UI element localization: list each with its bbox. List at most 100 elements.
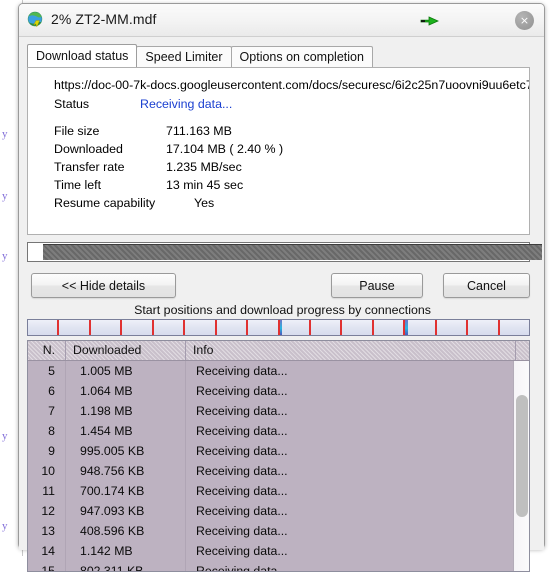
- overall-progress-fill: [43, 244, 542, 260]
- stat-label: Transfer rate: [54, 160, 166, 174]
- stat-value: 711.163 MB: [166, 124, 232, 138]
- connection-segment: [372, 320, 403, 335]
- cell-downloaded: 408.596 KB: [66, 521, 186, 541]
- cancel-button[interactable]: Cancel: [443, 273, 530, 298]
- cell-info: Receiving data...: [186, 521, 516, 541]
- stat-label: Time left: [54, 178, 166, 192]
- background-glyph: y: [2, 520, 8, 532]
- stat-time-left: Time left13 min 45 sec: [54, 178, 243, 192]
- stat-label: Downloaded: [54, 142, 166, 156]
- cell-info: Receiving data...: [186, 561, 516, 572]
- connection-segment: [120, 320, 151, 335]
- download-progress-dialog: 2% ZT2-MM.mdf × Download status Speed Li…: [18, 3, 545, 549]
- cell-info: Receiving data...: [186, 441, 516, 461]
- table-row[interactable]: 11700.174 KBReceiving data...: [28, 481, 529, 501]
- table-row[interactable]: 12947.093 KBReceiving data...: [28, 501, 529, 521]
- status-row: StatusReceiving data...: [54, 97, 232, 111]
- idm-globe-icon: [27, 11, 45, 29]
- connection-segment: [403, 320, 434, 335]
- stat-value: Yes: [166, 196, 214, 210]
- table-row[interactable]: 141.142 MBReceiving data...: [28, 541, 529, 561]
- connection-segment: [89, 320, 120, 335]
- table-row[interactable]: 61.064 MBReceiving data...: [28, 381, 529, 401]
- cell-connection-number: 7: [28, 401, 66, 421]
- stat-file-size: File size711.163 MB: [54, 124, 232, 138]
- connection-segment: [309, 320, 340, 335]
- connections-table: N. Downloaded Info 51.005 MBReceiving da…: [27, 340, 530, 572]
- tab-speed-limiter[interactable]: Speed Limiter: [136, 46, 231, 67]
- table-row[interactable]: 51.005 MBReceiving data...: [28, 361, 529, 381]
- table-scrollbar-thumb[interactable]: [516, 395, 528, 517]
- column-header-info[interactable]: Info: [186, 341, 516, 360]
- tab-download-status[interactable]: Download status: [27, 44, 137, 67]
- cell-info: Receiving data...: [186, 461, 516, 481]
- cell-downloaded: 947.093 KB: [66, 501, 186, 521]
- stat-downloaded: Downloaded17.104 MB ( 2.40 % ): [54, 142, 283, 156]
- cell-connection-number: 15: [28, 561, 66, 572]
- background-glyph: y: [2, 128, 8, 140]
- cell-downloaded: 700.174 KB: [66, 481, 186, 501]
- download-url: https://doc-00-7k-docs.googleusercontent…: [54, 78, 530, 92]
- table-row[interactable]: 9995.005 KBReceiving data...: [28, 441, 529, 461]
- connection-segment-progress: [405, 320, 407, 335]
- connection-segment: [278, 320, 309, 335]
- close-icon[interactable]: ×: [515, 11, 534, 30]
- connection-segment: [183, 320, 214, 335]
- status-value: Receiving data...: [140, 97, 232, 111]
- cell-info: Receiving data...: [186, 421, 516, 441]
- cell-connection-number: 6: [28, 381, 66, 401]
- stat-value: 17.104 MB ( 2.40 % ): [166, 142, 283, 156]
- cell-info: Receiving data...: [186, 541, 516, 561]
- connection-segment: [340, 320, 371, 335]
- cell-downloaded: 948.756 KB: [66, 461, 186, 481]
- connections-progress-bar[interactable]: [27, 319, 530, 336]
- table-row[interactable]: 81.454 MBReceiving data...: [28, 421, 529, 441]
- dialog-body: Download status Speed Limiter Options on…: [19, 37, 544, 550]
- tab-strip: Download status Speed Limiter Options on…: [27, 45, 372, 67]
- stat-value: 13 min 45 sec: [166, 178, 243, 192]
- cell-connection-number: 12: [28, 501, 66, 521]
- column-header-downloaded[interactable]: Downloaded: [66, 341, 186, 360]
- stat-value: 1.235 MB/sec: [166, 160, 242, 174]
- table-row[interactable]: 15802.311 KBReceiving data...: [28, 561, 529, 572]
- column-header-n[interactable]: N.: [28, 341, 66, 360]
- background-glyph: y: [2, 190, 8, 202]
- pause-button[interactable]: Pause: [331, 273, 423, 298]
- table-row[interactable]: 10948.756 KBReceiving data...: [28, 461, 529, 481]
- status-label: Status: [54, 97, 140, 111]
- connection-segment: [466, 320, 497, 335]
- cell-connection-number: 11: [28, 481, 66, 501]
- cell-connection-number: 5: [28, 361, 66, 381]
- connection-segment: [435, 320, 466, 335]
- connection-segment: [152, 320, 183, 335]
- background-glyph: y: [2, 430, 8, 442]
- title-bar: 2% ZT2-MM.mdf ×: [19, 4, 544, 37]
- cell-connection-number: 9: [28, 441, 66, 461]
- stat-label: File size: [54, 124, 166, 138]
- window-title: 2% ZT2-MM.mdf: [51, 11, 157, 27]
- table-body: 51.005 MBReceiving data...61.064 MBRecei…: [28, 361, 529, 572]
- connection-segment: [57, 320, 88, 335]
- download-details-panel: https://doc-00-7k-docs.googleusercontent…: [27, 67, 530, 235]
- cell-info: Receiving data...: [186, 501, 516, 521]
- cell-info: Receiving data...: [186, 481, 516, 501]
- connection-segment-progress: [280, 320, 283, 335]
- cell-downloaded: 1.454 MB: [66, 421, 186, 441]
- table-row[interactable]: 71.198 MBReceiving data...: [28, 401, 529, 421]
- background-glyph: y: [2, 250, 8, 262]
- table-row[interactable]: 13408.596 KBReceiving data...: [28, 521, 529, 541]
- cell-connection-number: 14: [28, 541, 66, 561]
- connection-segment: [28, 320, 57, 335]
- table-header-row: N. Downloaded Info: [28, 341, 529, 361]
- cell-info: Receiving data...: [186, 381, 516, 401]
- hide-details-button[interactable]: << Hide details: [31, 273, 176, 298]
- cell-downloaded: 1.064 MB: [66, 381, 186, 401]
- cell-connection-number: 8: [28, 421, 66, 441]
- cell-connection-number: 13: [28, 521, 66, 541]
- cell-downloaded: 1.142 MB: [66, 541, 186, 561]
- tab-options-on-completion[interactable]: Options on completion: [231, 46, 373, 67]
- green-arrow-cursor-icon: [419, 13, 441, 29]
- cell-connection-number: 10: [28, 461, 66, 481]
- cell-downloaded: 995.005 KB: [66, 441, 186, 461]
- table-scrollbar[interactable]: [513, 361, 529, 572]
